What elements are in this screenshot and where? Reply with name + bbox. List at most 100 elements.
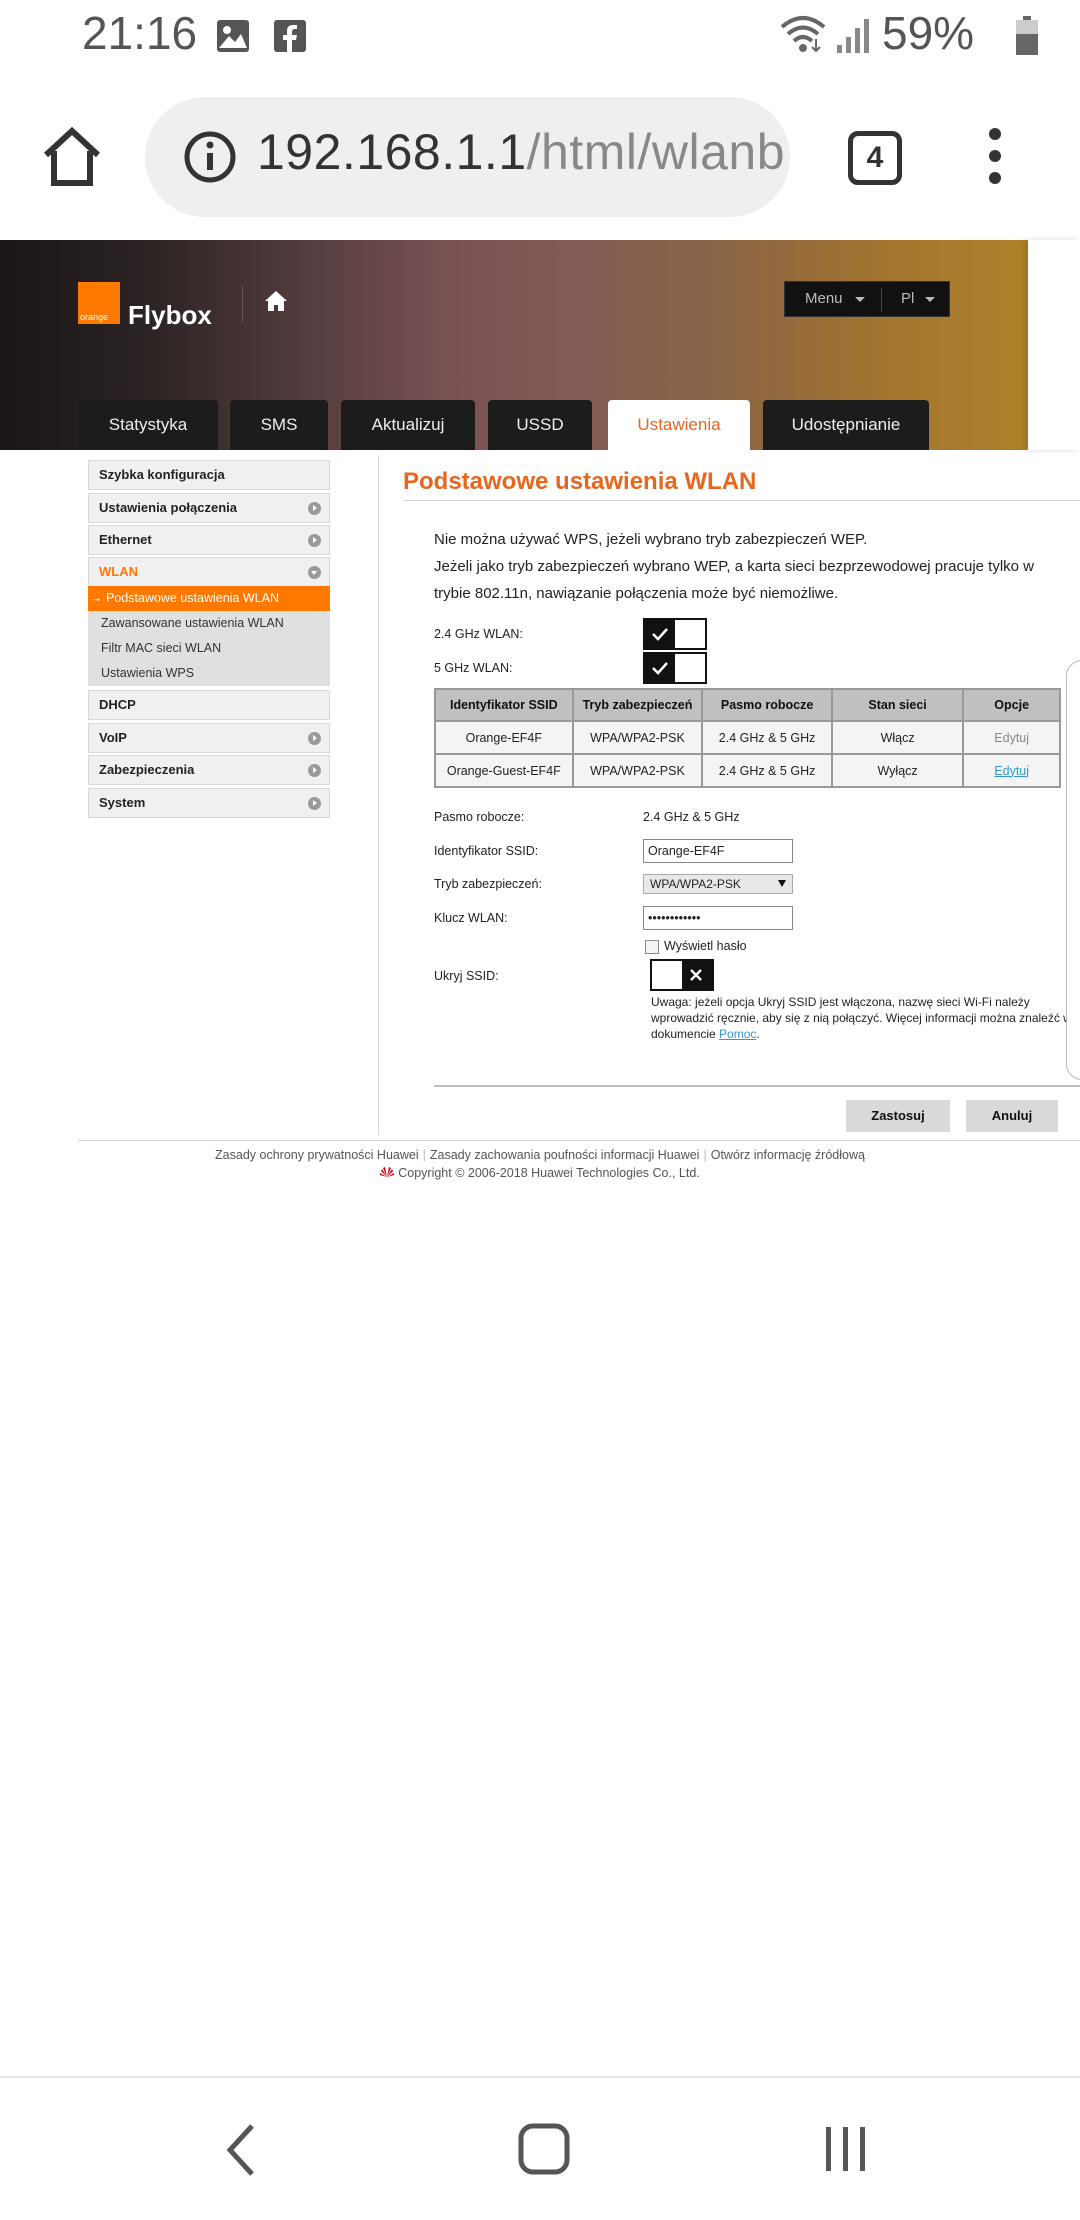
sidebar-divider	[378, 455, 379, 1135]
back-icon[interactable]	[224, 2122, 258, 2178]
sidebar-item-voip[interactable]: VoIP	[88, 723, 330, 753]
ssid-cell: Orange-EF4F	[434, 720, 574, 755]
clock: 21:16	[82, 7, 198, 59]
home-icon[interactable]	[264, 290, 288, 312]
edit-link[interactable]: Edytuj	[962, 753, 1061, 788]
wifi-icon	[780, 16, 826, 53]
brand-name: Flybox	[128, 300, 212, 330]
page-edge	[1028, 240, 1080, 450]
security-cell: WPA/WPA2-PSK	[571, 753, 704, 788]
battery-percent: 59%	[882, 7, 975, 59]
check-icon	[652, 662, 668, 675]
sidebar-item-wlan[interactable]: WLAN	[88, 557, 330, 587]
column-header: Opcje	[962, 688, 1061, 722]
chevron-right-icon	[308, 732, 321, 745]
show-password-checkbox[interactable]	[645, 940, 659, 954]
url-text[interactable]: 192.168.1.1/html/wlanb	[257, 123, 785, 181]
chevron-down-icon	[855, 297, 865, 302]
sidebar-item-ethernet[interactable]: Ethernet	[88, 525, 330, 555]
more-menu-icon[interactable]	[980, 128, 1010, 194]
info-icon[interactable]	[183, 130, 237, 184]
band-cell: 2.4 GHz & 5 GHz	[701, 753, 833, 788]
column-header: Identyfikator SSID	[434, 688, 574, 722]
edit-link-disabled: Edytuj	[962, 720, 1061, 755]
chevron-right-icon	[308, 764, 321, 777]
page-edge-panel	[1066, 660, 1080, 1080]
wep-note: Jeżeli jako tryb zabezpieczeń wybrano WE…	[434, 558, 1035, 602]
sidebar-subitem-zaawansowane-ustawienia-wlan[interactable]: Zawansowane ustawienia WLAN	[88, 611, 330, 636]
cancel-button[interactable]: Anuluj	[966, 1100, 1058, 1132]
hide-ssid-toggle[interactable]	[650, 959, 714, 991]
image-icon	[217, 20, 249, 52]
security-select[interactable]: WPA/WPA2-PSK	[643, 874, 793, 894]
sidebar-item-system[interactable]: System	[88, 788, 330, 818]
system-nav-bar	[0, 2076, 1080, 2220]
orange-logo[interactable]: orange	[78, 282, 120, 324]
sidebar-subitem-podstawowe-ustawienia-wlan[interactable]: → Podstawowe ustawienia WLAN	[88, 586, 330, 611]
signal-icon	[837, 19, 869, 53]
column-header: Stan sieci	[830, 688, 965, 722]
security-label: Tryb zabezpieczeń:	[434, 877, 542, 891]
table-row: Orange-Guest-EF4F WPA/WPA2-PSK 2.4 GHz &…	[434, 753, 1061, 788]
header-divider	[242, 286, 243, 322]
apply-button[interactable]: Zastosuj	[846, 1100, 950, 1132]
column-header: Tryb zabezpieczeń	[571, 688, 704, 722]
chevron-right-icon	[308, 534, 321, 547]
hide-ssid-warning: Uwaga: jeżeli opcja Ukryj SSID jest włąc…	[651, 995, 1072, 1041]
confidentiality-link[interactable]: Zasady zachowania poufności informacji H…	[430, 1148, 700, 1162]
wlan-5-toggle[interactable]	[643, 652, 707, 684]
table-row: Orange-EF4F WPA/WPA2-PSK 2.4 GHz & 5 GHz…	[434, 720, 1061, 755]
band-value: 2.4 GHz & 5 GHz	[643, 810, 740, 824]
column-header: Pasmo robocze	[701, 688, 833, 722]
wps-note: Nie można używać WPS, jeżeli wybrano try…	[434, 531, 868, 548]
help-link[interactable]: Pomoc	[719, 1027, 756, 1041]
chevron-right-icon	[308, 502, 321, 515]
hide-ssid-label: Ukryj SSID:	[434, 969, 499, 983]
band-label: Pasmo robocze:	[434, 810, 525, 824]
wlan-24-toggle[interactable]	[643, 618, 707, 650]
ssid-label: Identyfikator SSID:	[434, 844, 539, 858]
tab-sms[interactable]: SMS	[230, 400, 328, 450]
home-icon[interactable]	[518, 2123, 570, 2175]
title-divider	[403, 500, 1080, 501]
wlan-key-input[interactable]: ••••••••••••	[643, 906, 793, 930]
chevron-right-icon	[308, 797, 321, 810]
sidebar-item-szybka-konfiguracja[interactable]: Szybka konfiguracja	[88, 460, 330, 490]
language-dropdown[interactable]: Pl	[901, 290, 914, 307]
copyright: Copyright © 2006-2018 Huawei Technologie…	[0, 1166, 1080, 1180]
browser-home-icon[interactable]	[40, 125, 104, 189]
status-cell: Włącz	[830, 720, 965, 755]
open-source-link[interactable]: Otwórz informację źródłową	[711, 1148, 865, 1162]
content-divider	[434, 1085, 1080, 1087]
footer-divider	[78, 1140, 1080, 1141]
status-bar: 21:16 59%	[0, 0, 1080, 75]
wlan-24-label: 2.4 GHz WLAN:	[434, 627, 523, 641]
footer-links: Zasady ochrony prywatności Huawei | Zasady…	[215, 1148, 865, 1162]
menu-dropdown[interactable]: Menu	[805, 290, 843, 307]
privacy-link[interactable]: Zasady ochrony prywatności Huawei	[215, 1148, 419, 1162]
tab-switcher-button[interactable]: 4	[848, 131, 902, 185]
sidebar-item-zabezpieczenia[interactable]: Zabezpieczenia	[88, 755, 330, 785]
tab-statystyka[interactable]: Statystyka	[78, 400, 218, 450]
browser-toolbar: 192.168.1.1/html/wlanb 4	[0, 75, 1080, 240]
sidebar-subitem-ustawienia-wps[interactable]: Ustawienia WPS	[88, 661, 330, 686]
chevron-down-icon	[308, 566, 321, 579]
tab-ussd[interactable]: USSD	[488, 400, 592, 450]
ssid-cell: Orange-Guest-EF4F	[434, 753, 574, 788]
status-cell: Wyłącz	[830, 753, 965, 788]
header-menu: Menu Pl	[784, 281, 950, 317]
security-cell: WPA/WPA2-PSK	[571, 720, 704, 755]
ssid-input[interactable]: Orange-EF4F	[643, 839, 793, 863]
sidebar-item-ustawienia-polaczenia[interactable]: Ustawienia połączenia	[88, 493, 330, 523]
close-icon	[690, 969, 702, 981]
tab-aktualizuj[interactable]: Aktualizuj	[341, 400, 475, 450]
tab-udostepnianie[interactable]: Udostępnianie	[763, 400, 929, 450]
url-bar[interactable]: 192.168.1.1/html/wlanb	[145, 97, 790, 217]
sidebar-subitem-filtr-mac[interactable]: Filtr MAC sieci WLAN	[88, 636, 330, 661]
tab-ustawienia[interactable]: Ustawienia	[608, 400, 750, 450]
huawei-logo-icon	[380, 1167, 395, 1177]
recents-icon[interactable]	[822, 2125, 870, 2173]
sidebar-item-dhcp[interactable]: DHCP	[88, 690, 330, 720]
chevron-down-icon	[925, 297, 935, 302]
wlan-key-label: Klucz WLAN:	[434, 911, 508, 925]
